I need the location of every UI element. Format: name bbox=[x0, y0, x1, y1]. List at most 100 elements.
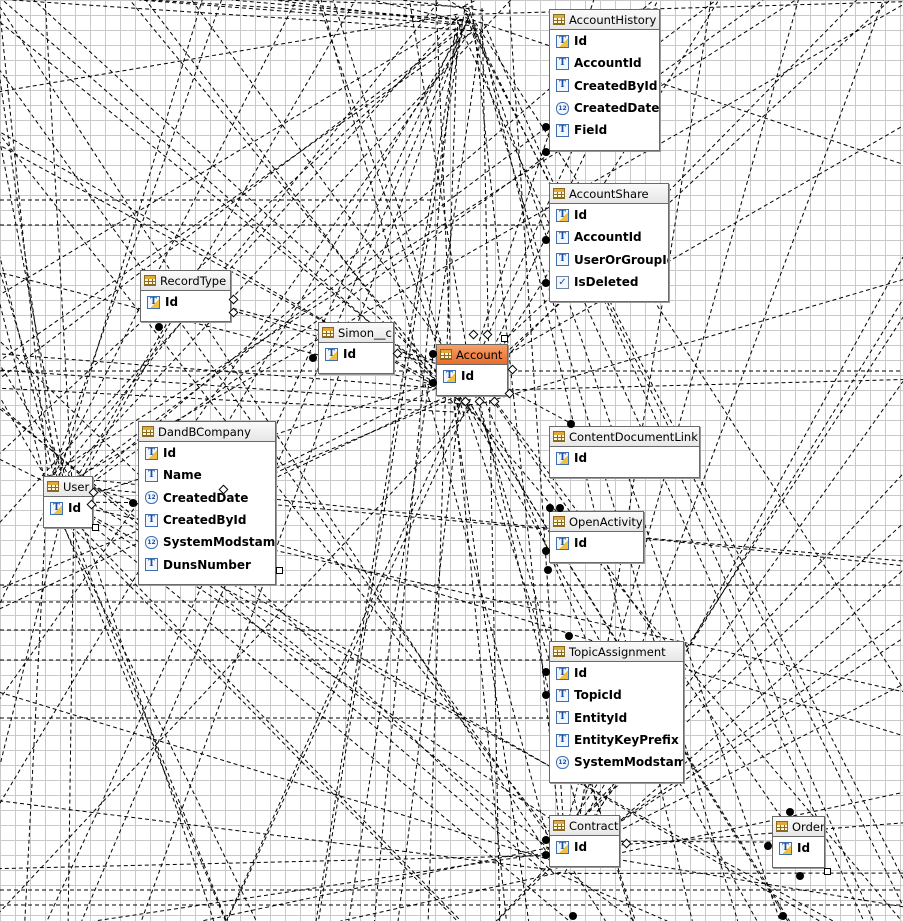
table-header[interactable]: Account bbox=[437, 345, 507, 365]
field-name: EntityId bbox=[574, 710, 628, 725]
key-field-icon: T bbox=[556, 208, 569, 222]
field-row[interactable]: 12 CreatedDate bbox=[139, 487, 275, 509]
field-row[interactable]: T Id bbox=[550, 204, 668, 226]
background-relationship-line bbox=[427, 19, 459, 921]
checkbox-field-icon: ✓ bbox=[556, 275, 569, 289]
field-row[interactable]: T UserOrGroupId bbox=[550, 249, 668, 271]
table-grid-icon bbox=[553, 646, 565, 657]
field-name: Field bbox=[574, 123, 608, 138]
table-header[interactable]: User bbox=[44, 477, 92, 497]
table-order[interactable]: Order T Id bbox=[772, 816, 825, 869]
table-accounthistory[interactable]: AccountHistory T Id T AccountId T CreatedById 1… bbox=[549, 9, 660, 151]
table-account[interactable]: Account T Id bbox=[436, 344, 508, 397]
field-row[interactable]: T Id bbox=[319, 343, 393, 365]
background-relationship-line bbox=[0, 691, 573, 868]
relation-end-dot bbox=[546, 504, 554, 512]
field-row[interactable]: T EntityKeyPrefix bbox=[550, 729, 683, 751]
relation-end-dot bbox=[569, 912, 577, 920]
background-relationship-line bbox=[0, 28, 464, 379]
text-field-icon: T bbox=[145, 513, 158, 527]
field-name: Id bbox=[163, 446, 177, 461]
field-row[interactable]: T Id bbox=[550, 532, 643, 554]
table-grid-icon bbox=[322, 327, 334, 338]
relation-end-dot bbox=[556, 504, 564, 512]
table-title: ContentDocumentLink bbox=[569, 429, 698, 444]
background-relationship-line bbox=[201, 845, 557, 921]
key-field-icon: T bbox=[443, 369, 456, 383]
field-row[interactable]: ✓ IsDeleted bbox=[550, 271, 668, 293]
background-relationship-line bbox=[0, 364, 71, 479]
relation-end-dot bbox=[764, 842, 772, 850]
background-relationship-line bbox=[320, 0, 553, 855]
table-header[interactable]: ContentDocumentLink bbox=[550, 427, 699, 447]
table-simon[interactable]: Simon__c T Id bbox=[318, 322, 394, 375]
table-title: DandBCompany bbox=[158, 424, 251, 439]
background-relationship-line bbox=[0, 70, 561, 853]
background-relationship-line bbox=[24, 497, 48, 921]
field-name: AccountId bbox=[574, 230, 642, 245]
table-contract[interactable]: Contract T Id bbox=[549, 815, 620, 868]
background-relationship-line bbox=[0, 79, 58, 479]
field-row[interactable]: T Field bbox=[550, 119, 659, 141]
table-header[interactable]: Contract bbox=[550, 816, 619, 836]
field-row[interactable]: T Id bbox=[550, 662, 683, 684]
field-name: Name bbox=[163, 468, 202, 483]
table-header[interactable]: AccountHistory bbox=[550, 10, 659, 30]
background-relationship-line bbox=[340, 871, 562, 921]
field-name: DunsNumber bbox=[163, 557, 251, 572]
field-row[interactable]: T AccountId bbox=[550, 52, 659, 74]
background-relationship-line bbox=[129, 0, 455, 396]
table-header[interactable]: OpenActivity bbox=[550, 512, 643, 532]
field-row[interactable]: T Id bbox=[550, 30, 659, 52]
table-contentdocumentlink[interactable]: ContentDocumentLink T Id bbox=[549, 426, 700, 479]
background-relationship-line bbox=[67, 491, 75, 921]
field-row[interactable]: T TopicId bbox=[550, 684, 683, 706]
field-name: EntityKeyPrefix bbox=[574, 733, 679, 748]
table-accountshare[interactable]: AccountShare T Id T AccountId T UserOrGroupId ✓… bbox=[549, 183, 669, 303]
table-header[interactable]: DandBCompany bbox=[139, 422, 275, 442]
background-relationship-line bbox=[0, 256, 56, 483]
field-row[interactable]: 12 CreatedDate bbox=[550, 97, 659, 119]
table-header[interactable]: TopicAssignment bbox=[550, 642, 683, 662]
table-title: Simon__c bbox=[338, 325, 392, 340]
table-header[interactable]: RecordType bbox=[141, 271, 230, 291]
datetime-field-icon: 12 bbox=[556, 755, 569, 769]
field-row[interactable]: T Id bbox=[139, 442, 275, 464]
field-row[interactable]: T Id bbox=[550, 447, 699, 469]
field-row[interactable]: 12 SystemModstamp bbox=[550, 751, 683, 773]
table-grid-icon bbox=[47, 481, 59, 492]
table-header[interactable]: Simon__c bbox=[319, 323, 393, 343]
datetime-field-icon: 12 bbox=[556, 101, 569, 115]
table-header[interactable]: AccountShare bbox=[550, 184, 668, 204]
field-row[interactable]: T AccountId bbox=[550, 226, 668, 248]
background-relationship-line bbox=[573, 870, 606, 921]
field-row[interactable]: T EntityId bbox=[550, 707, 683, 729]
text-field-icon: T bbox=[556, 56, 569, 70]
text-field-icon: T bbox=[556, 733, 569, 747]
field-name: CreatedById bbox=[163, 513, 247, 528]
table-grid-icon bbox=[553, 820, 565, 831]
relation-end-dot bbox=[542, 123, 550, 131]
table-header[interactable]: Order bbox=[773, 817, 824, 837]
field-row[interactable]: T Id bbox=[437, 365, 507, 387]
field-row[interactable]: T Name bbox=[139, 464, 275, 486]
field-row[interactable]: T Id bbox=[550, 836, 619, 858]
field-row[interactable]: T Id bbox=[773, 837, 824, 859]
field-name: SystemModstamp bbox=[163, 535, 276, 550]
relation-end-dot bbox=[429, 379, 437, 387]
field-row[interactable]: 12 SystemModstamp bbox=[139, 531, 275, 553]
table-topicassignment[interactable]: TopicAssignment T Id T TopicId T EntityId T Enti… bbox=[549, 641, 684, 783]
table-openactivity[interactable]: OpenActivity T Id bbox=[549, 511, 644, 564]
field-row[interactable]: T CreatedById bbox=[550, 75, 659, 97]
table-recordtype[interactable]: RecordType T Id bbox=[140, 270, 231, 323]
field-row[interactable]: T DunsNumber bbox=[139, 553, 275, 575]
table-user[interactable]: User T Id bbox=[43, 476, 93, 529]
field-row[interactable]: T CreatedById bbox=[139, 509, 275, 531]
field-row[interactable]: T Id bbox=[44, 497, 92, 519]
background-relationship-line bbox=[397, 389, 462, 921]
diagram-canvas[interactable]: AccountHistory T Id T AccountId T CreatedById 1… bbox=[0, 0, 903, 921]
field-row[interactable]: T Id bbox=[141, 291, 230, 313]
relation-end-dot bbox=[542, 148, 550, 156]
background-relationship-line bbox=[0, 271, 70, 498]
table-dandbcompany[interactable]: DandBCompany T Id T Name 12 CreatedDate T Create… bbox=[138, 421, 276, 585]
